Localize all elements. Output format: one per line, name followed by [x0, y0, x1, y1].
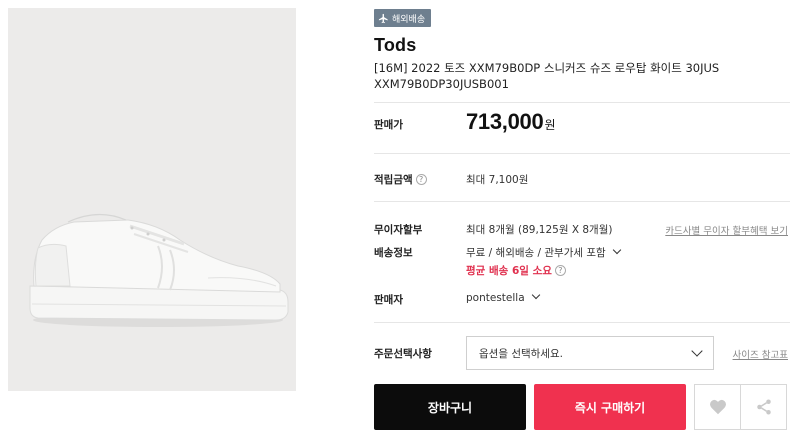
- price-label: 판매가: [374, 119, 403, 131]
- like-button[interactable]: [694, 384, 741, 430]
- divider: [374, 153, 790, 154]
- card-benefits-link[interactable]: 카드사별 무이자 할부혜택 보기: [665, 223, 788, 237]
- product-image[interactable]: [8, 8, 296, 391]
- brand-name[interactable]: Tods: [374, 35, 416, 56]
- buy-now-button[interactable]: 즉시 구매하기: [534, 384, 686, 430]
- installment-label: 무이자할부: [374, 224, 423, 236]
- option-select[interactable]: 옵션을 선택하세요.: [466, 336, 714, 370]
- shipping-eta-text: 평균 배송 6일 소요: [466, 265, 552, 277]
- chevron-down-icon: [691, 344, 703, 357]
- share-icon: [756, 399, 771, 415]
- divider: [374, 102, 790, 103]
- points-label: 적립금액?: [374, 172, 427, 187]
- shipping-value[interactable]: 무료 / 해외배송 / 관부가세 포함: [466, 245, 621, 260]
- shipping-eta: 평균 배송 6일 소요?: [466, 263, 566, 278]
- badge-label: 해외배송: [392, 14, 426, 25]
- share-button[interactable]: [740, 384, 787, 430]
- product-title: [16M] 2022 토즈 XXM79B0DP 스니커즈 슈즈 로우탑 화이트 …: [374, 60, 774, 92]
- installment-value: 최대 8개월 (89,125원 X 8개월): [466, 224, 613, 236]
- add-to-cart-button[interactable]: 장바구니: [374, 384, 526, 430]
- product-title-line-2: XXM79B0DP30JUSB001: [374, 77, 509, 91]
- points-label-text: 적립금액: [374, 174, 413, 186]
- seller-value[interactable]: pontestella: [466, 290, 540, 304]
- option-select-placeholder: 옵션을 선택하세요.: [479, 347, 563, 360]
- seller-label: 판매자: [374, 294, 403, 306]
- shipping-label: 배송정보: [374, 247, 413, 259]
- price-amount: 713,000: [466, 109, 544, 134]
- seller-name: pontestella: [466, 292, 525, 304]
- overseas-shipping-badge: 해외배송: [374, 9, 432, 27]
- order-option-label: 주문선택사항: [374, 348, 432, 360]
- divider: [374, 201, 790, 202]
- chevron-down-icon[interactable]: [531, 290, 540, 300]
- price-unit: 원: [544, 118, 556, 132]
- product-title-line-1: [16M] 2022 토즈 XXM79B0DP 스니커즈 슈즈 로우탑 화이트 …: [374, 61, 720, 75]
- heart-icon: [709, 399, 726, 415]
- shipping-info-text: 무료 / 해외배송 / 관부가세 포함: [466, 247, 606, 259]
- chevron-down-icon[interactable]: [612, 245, 621, 255]
- help-icon[interactable]: ?: [415, 174, 427, 185]
- points-value: 최대 7,100원: [466, 174, 529, 186]
- price-value: 713,000원: [466, 109, 555, 135]
- size-guide-link[interactable]: 사이즈 참고표: [733, 347, 788, 361]
- divider: [374, 322, 790, 323]
- help-icon[interactable]: ?: [554, 265, 566, 276]
- airplane-icon: [378, 13, 388, 23]
- sneaker-illustration: [29, 213, 289, 327]
